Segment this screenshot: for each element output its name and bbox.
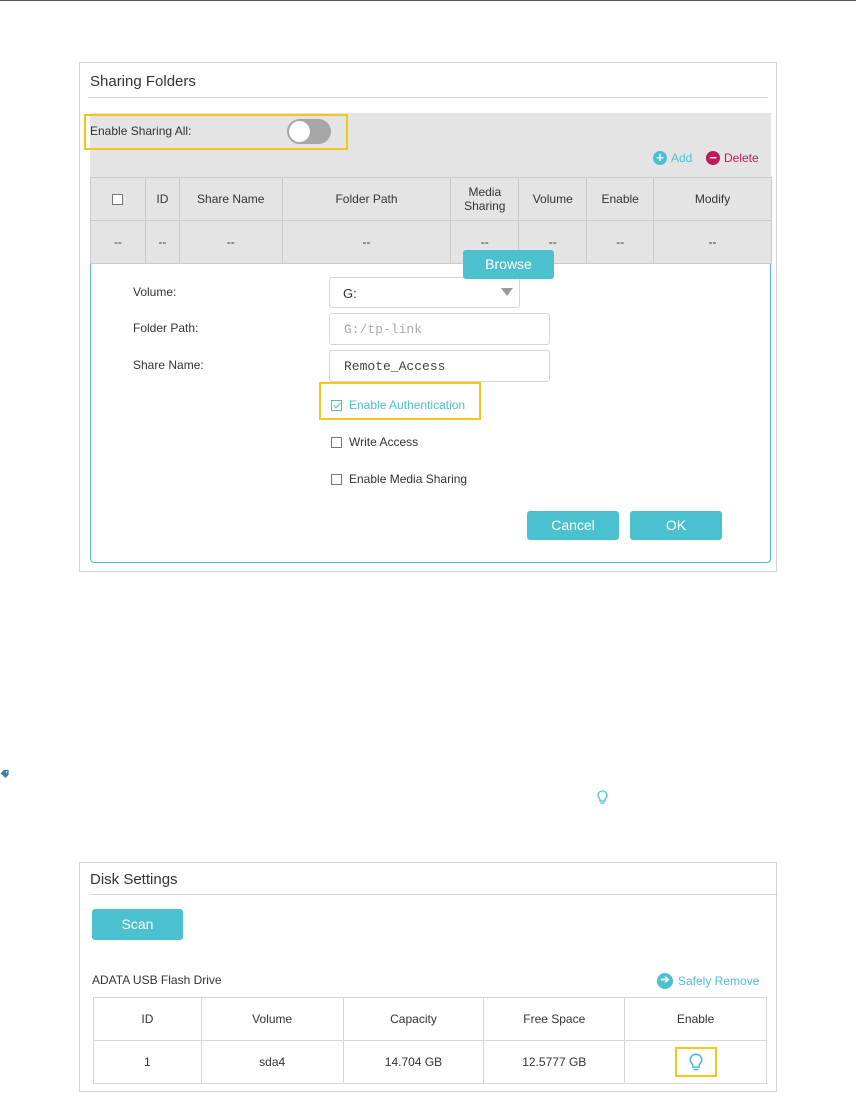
panel-title: Sharing Folders [90,73,196,90]
table-header-row: ID Share Name Folder Path Media Sharing … [90,177,772,221]
column-header-label: Media Sharing [464,185,506,213]
table-cell [624,1040,767,1084]
drive-name: ADATA USB Flash Drive [92,973,222,987]
title-divider [90,894,778,895]
top-divider [0,0,856,1]
bulb-icon [597,790,608,804]
enable-media-sharing-option[interactable]: Enable Media Sharing [331,472,467,486]
enable-toggle[interactable] [674,1047,717,1077]
enable-media-sharing-label: Enable Media Sharing [349,472,468,486]
table-row: -- -- -- -- -- -- -- -- [90,220,772,264]
add-label: Add [671,151,693,165]
safely-remove-icon: ➔ [657,973,673,989]
column-header: ID [93,997,202,1041]
column-header: Capacity [342,997,485,1041]
table-cell: 12.5777 GB [483,1040,626,1084]
table-header-row: ID Volume Capacity Free Space Enable [93,997,767,1041]
column-header: Volume [200,997,344,1041]
column-header: Enable [586,177,655,221]
column-header: Volume [518,177,588,221]
disk-table: ID Volume Capacity Free Space Enable 1 s… [93,997,767,1084]
share-name-label: Share Name: [133,358,204,372]
enable-media-sharing-checkbox[interactable] [331,473,342,485]
volume-value: G: [343,286,357,301]
delete-icon: − [706,151,720,165]
scan-button[interactable]: Scan [92,909,183,940]
ok-button[interactable]: OK [630,511,722,540]
table-cell: -- [178,220,283,264]
cancel-button[interactable]: Cancel [527,511,619,540]
browse-button[interactable]: Browse [463,250,554,279]
table-row: 1 sda4 14.704 GB 12.5777 GB [93,1040,767,1084]
safely-remove-label: Safely Remove [678,974,760,988]
sharing-folders-table: ID Share Name Folder Path Media Sharing … [90,177,772,264]
dropdown-arrow-icon [501,288,513,296]
folder-path-input[interactable]: G:/tp-link [329,313,550,345]
write-access-label: Write Access [349,435,419,449]
column-header: Media Sharing [450,177,520,221]
volume-label: Volume: [133,285,177,299]
table-cell: -- [586,220,655,264]
table-cell: -- [281,220,452,264]
column-header: ID [144,177,180,221]
safely-remove-button[interactable]: ➔ Safely Remove [657,973,759,989]
delete-button[interactable]: − Delete [706,151,759,165]
highlight-box [84,114,348,150]
table-cell: -- [90,220,146,264]
table-cell: 1 [93,1040,202,1084]
add-button[interactable]: + Add [653,151,692,165]
column-header: Free Space [483,997,626,1041]
volume-select[interactable]: G: [329,277,520,308]
write-access-checkbox[interactable] [331,436,342,448]
folder-path-label: Folder Path: [133,321,199,335]
sharing-folders-panel: Sharing Folders Enable Sharing All: + Ad… [79,62,777,572]
delete-label: Delete [724,151,759,165]
bulb-icon [689,1053,703,1071]
column-header: Share Name [178,177,283,221]
column-header: Modify [653,177,772,221]
table-cell: -- [653,220,772,264]
column-header: Folder Path [281,177,452,221]
table-cell: 14.704 GB [342,1040,485,1084]
tag-icon [0,770,9,778]
select-all-header [90,177,146,221]
share-name-input[interactable]: Remote_Access [329,350,550,382]
add-icon: + [653,151,667,165]
panel-title: Disk Settings [90,871,178,888]
title-divider [88,97,768,98]
write-access-option[interactable]: Write Access [331,435,418,449]
disk-settings-panel: Disk Settings Scan ADATA USB Flash Drive… [79,862,778,1092]
column-header: Enable [624,997,767,1041]
select-all-checkbox[interactable] [112,194,124,206]
highlight-box [319,382,481,420]
table-cell: sda4 [200,1040,344,1084]
table-cell: -- [144,220,180,264]
